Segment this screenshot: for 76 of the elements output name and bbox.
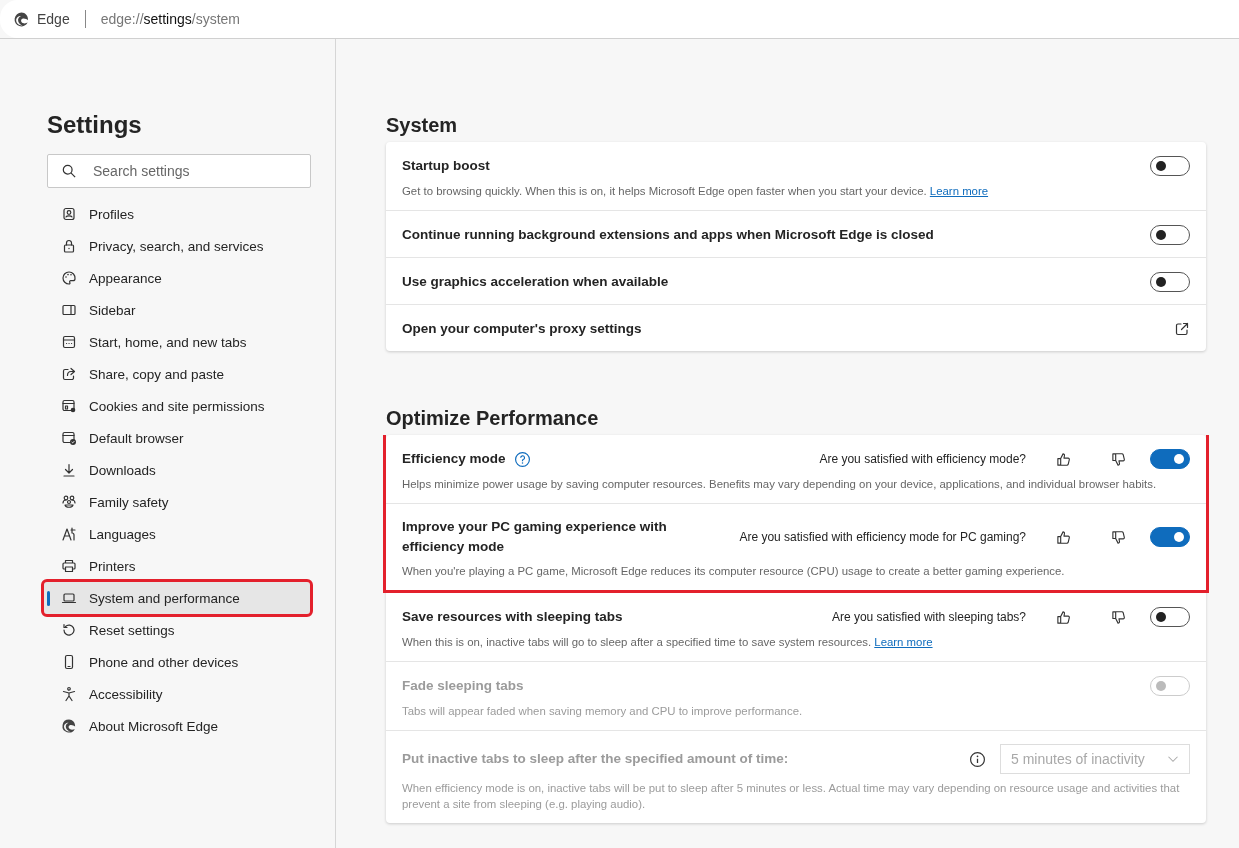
setting-title: Fade sleeping tabs: [402, 677, 524, 695]
setting-description: When you're playing a PC game, Microsoft Edge reduces its computer resource (CPU) usage to create a better gaming experience.: [402, 564, 1066, 579]
thumbs-up-icon[interactable]: [1056, 529, 1071, 545]
nav-item[interactable]: Appearance: [47, 262, 310, 294]
nav-item[interactable]: Family safety: [47, 486, 310, 518]
reset-icon: [61, 622, 77, 638]
learn-more-link[interactable]: Learn more: [874, 636, 933, 648]
cookie-settings-icon: [61, 398, 77, 414]
toggle-switch[interactable]: [1150, 527, 1190, 547]
edge-logo-icon: [61, 718, 77, 734]
setting-description: When this is on, inactive tabs will go to sleep after a specified time to save system resources. Learn more: [402, 635, 934, 650]
nav-item[interactable]: Start, home, and new tabs: [47, 326, 310, 358]
setting-title: Save resources with sleeping tabs: [402, 608, 623, 626]
setting-description: When efficiency mode is on, inactive tabs will be put to sleep after 5 minutes or less. Actual time may vary depending on resource usage and activities that prevent a site from sleeping (e.g. playing audio).: [402, 781, 1181, 812]
profile-icon: [61, 206, 77, 222]
toggle-switch[interactable]: [1150, 272, 1190, 292]
browser-name: Edge: [37, 11, 70, 27]
nav-item[interactable]: System and performance: [44, 582, 310, 614]
edge-logo-icon: [13, 10, 30, 28]
toggle-switch[interactable]: [1150, 449, 1190, 469]
setting-description: Tabs will appear faded when saving memory and CPU to improve performance.: [402, 704, 804, 719]
nav-item[interactable]: Reset settings: [47, 614, 310, 646]
laptop-icon: [61, 590, 77, 606]
setting-description: Helps minimize power usage by saving computer resources. Benefits may vary depending on your device, applications, and individual browser habits.: [402, 477, 1158, 492]
nav-item[interactable]: Languages: [47, 518, 310, 550]
palette-icon: [61, 270, 77, 286]
section-heading: Optimize Performance: [386, 406, 600, 431]
setting-title: Open your computer's proxy settings: [402, 320, 642, 338]
nav-item[interactable]: Share, copy and paste: [47, 358, 310, 390]
url-text: edge://settings/system: [100, 11, 240, 27]
toggle-switch[interactable]: [1150, 225, 1190, 245]
toggle-switch[interactable]: [1150, 156, 1190, 176]
setting-title: Put inactive tabs to sleep after the specified amount of time:: [402, 750, 789, 768]
search-icon: [62, 164, 76, 178]
sidebar-icon: [61, 302, 77, 318]
family-icon: [61, 494, 77, 510]
download-icon: [61, 462, 77, 478]
thumbs-up-icon[interactable]: [1056, 609, 1071, 625]
nav-item[interactable]: Sidebar: [47, 294, 310, 326]
nav-item[interactable]: Privacy, search, and services: [47, 230, 310, 262]
feedback-question: Are you satisfied with sleeping tabs?: [831, 610, 1026, 624]
thumbs-up-icon[interactable]: [1056, 451, 1071, 467]
thumbs-down-icon[interactable]: [1111, 609, 1126, 625]
nav-item[interactable]: Downloads: [47, 454, 310, 486]
settings-title: Settings: [47, 110, 143, 140]
feedback-question: Are you satisfied with efficiency mode?: [819, 452, 1026, 466]
printer-icon: [61, 558, 77, 574]
setting-title: Use graphics acceleration when available: [402, 273, 669, 291]
lock-icon: [61, 238, 77, 254]
browser-check-icon: [61, 430, 77, 446]
nav-item[interactable]: Accessibility: [47, 678, 310, 710]
accessibility-icon: [61, 686, 77, 702]
search-field[interactable]: Search settings: [47, 154, 311, 188]
nav-item[interactable]: Cookies and site permissions: [47, 390, 310, 422]
setting-title: Efficiency mode: [402, 450, 506, 468]
nav-item[interactable]: Profiles: [47, 198, 310, 230]
setting-title: Startup boost: [402, 157, 490, 175]
address-bar[interactable]: Edge edge://settings/system: [0, 0, 1239, 38]
setting-title: Continue running background extensions and apps when Microsoft Edge is closed: [402, 226, 934, 244]
nav-item[interactable]: About Microsoft Edge: [47, 710, 310, 742]
thumbs-down-icon[interactable]: [1111, 451, 1126, 467]
feedback-question: Are you satisfied with efficiency mode for PC gaming?: [739, 530, 1026, 544]
nav-item[interactable]: Phone and other devices: [47, 646, 310, 678]
tab-page-icon: [61, 334, 77, 350]
setting-title: Improve your PC gaming experience with efficiency mode: [402, 518, 668, 556]
setting-description: Get to browsing quickly. When this is on, it helps Microsoft Edge open faster when you start your device. Learn more: [402, 184, 990, 199]
section-heading: System: [386, 113, 459, 138]
thumbs-down-icon[interactable]: [1111, 529, 1126, 545]
learn-more-link[interactable]: Learn more: [929, 185, 989, 197]
toggle-switch[interactable]: [1150, 607, 1190, 627]
nav-item[interactable]: Printers: [47, 550, 310, 582]
language-icon: [61, 526, 77, 542]
external-link-icon[interactable]: [1174, 321, 1190, 337]
dropdown: 5 minutes of inactivity: [1000, 744, 1190, 774]
share-icon: [61, 366, 77, 382]
nav-item[interactable]: Default browser: [47, 422, 310, 454]
